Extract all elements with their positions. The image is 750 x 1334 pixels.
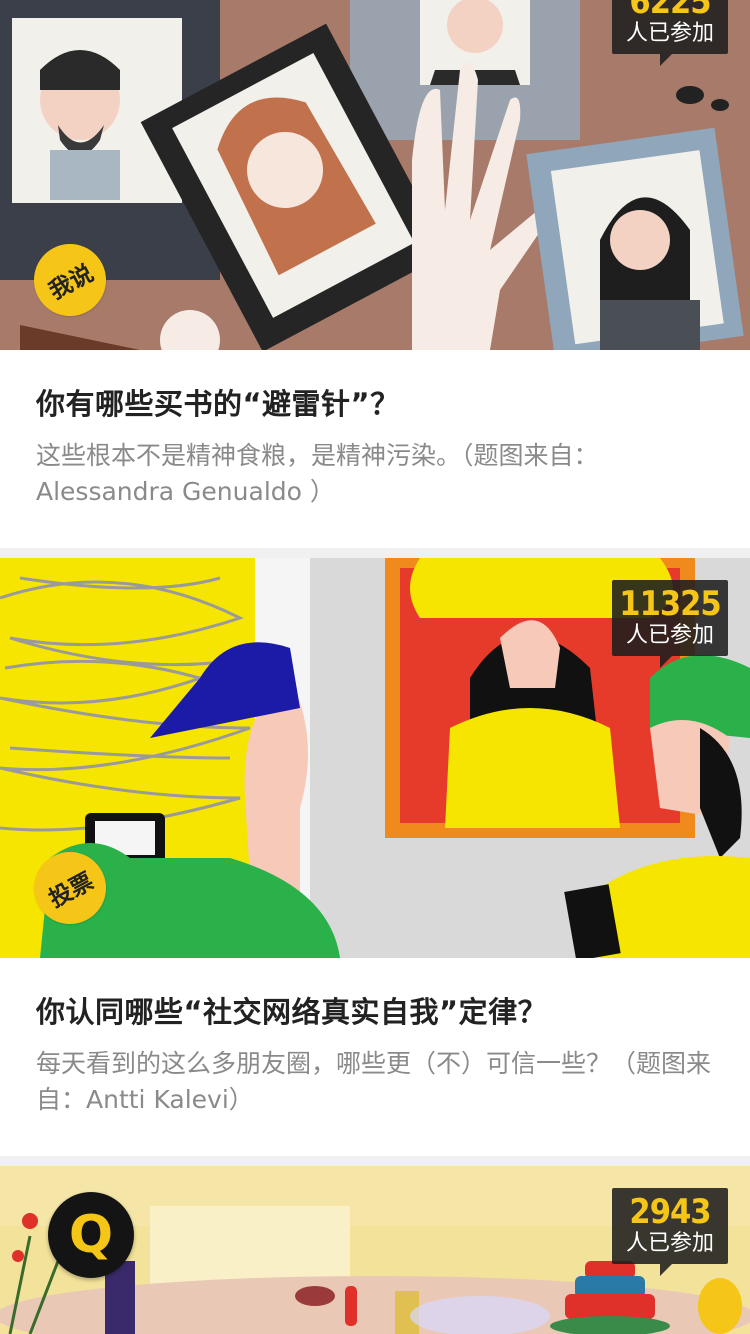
participant-count: 11325 <box>619 584 721 624</box>
card-text[interactable]: 你有哪些买书的“避雷针”？ 这些根本不是精神食粮，是精神污染。（题图来自：Ale… <box>36 380 720 510</box>
q-logo-button[interactable]: Q <box>48 1192 134 1278</box>
participant-label: 人已参加 <box>625 1231 714 1256</box>
participant-count: 6225 <box>629 0 711 22</box>
topic-card[interactable]: 6225 人已参加 我说 你有哪些买书的“避雷针”？ 这些根本不是精神食粮，是精… <box>0 0 750 548</box>
card-text[interactable]: 你认同哪些“社交网络真实自我”定律？ 每天看到的这么多朋友圈，哪些更（不）可信一… <box>36 988 720 1118</box>
topic-type-label: 我说 <box>44 260 98 305</box>
topic-description: 每天看到的这么多朋友圈，哪些更（不）可信一些？（题图来自：Antti Kalev… <box>36 1049 712 1114</box>
topic-description: 这些根本不是精神食粮，是精神污染。（题图来自：Alessandra Genual… <box>36 441 599 506</box>
participant-count-badge: 2943 人已参加 <box>612 1188 728 1276</box>
participant-count: 2943 <box>629 1192 711 1232</box>
topic-card[interactable]: 11325 人已参加 投票 你认同哪些“社交网络真实自我”定律？ 每天看到的这么… <box>0 558 750 1156</box>
topic-type-label: 投票 <box>44 868 98 913</box>
participant-label: 人已参加 <box>625 21 714 46</box>
participant-count-badge: 6225 人已参加 <box>612 0 728 66</box>
q-logo-icon: Q <box>68 1205 114 1265</box>
participant-count-badge: 11325 人已参加 <box>612 580 728 668</box>
topic-feed: 6225 人已参加 我说 你有哪些买书的“避雷针”？ 这些根本不是精神食粮，是精… <box>0 0 750 1334</box>
topic-title[interactable]: 你认同哪些“社交网络真实自我”定律？ <box>36 988 720 1036</box>
topic-title[interactable]: 你有哪些买书的“避雷针”？ <box>36 380 720 428</box>
participant-label: 人已参加 <box>625 623 714 648</box>
